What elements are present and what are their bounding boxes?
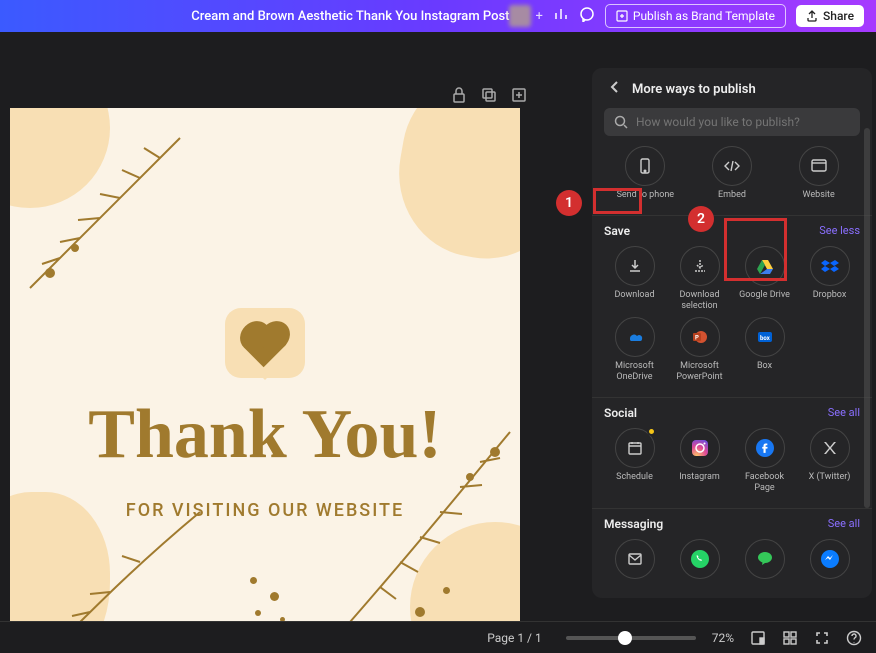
- tile-facebook-page[interactable]: Facebook Page: [734, 428, 795, 494]
- annotation-box-save: [593, 188, 642, 214]
- publish-brand-template-button[interactable]: Publish as Brand Template: [605, 4, 786, 28]
- scrollbar[interactable]: [864, 128, 870, 508]
- publish-panel: More ways to publish Send to phone: [592, 68, 872, 598]
- calendar-icon: [627, 440, 643, 456]
- zoom-label: 72%: [712, 631, 734, 645]
- annotation-1: 1: [556, 190, 582, 216]
- onedrive-icon: [626, 328, 644, 346]
- tile-messenger[interactable]: [799, 539, 860, 583]
- tile-box[interactable]: box Box: [734, 317, 795, 383]
- collaborators[interactable]: +: [509, 5, 542, 27]
- thank-you-subtitle: FOR VISITING OUR WEBSITE: [10, 500, 520, 521]
- whatsapp-icon: [690, 549, 710, 569]
- tile-download[interactable]: Download: [604, 246, 665, 312]
- zoom-slider[interactable]: [566, 636, 696, 640]
- download-selection-icon: [692, 258, 708, 274]
- dropbox-icon: [821, 257, 839, 275]
- tile-onedrive[interactable]: Microsoft OneDrive: [604, 317, 665, 383]
- save-section-title: Save: [604, 224, 630, 238]
- publish-search[interactable]: [604, 108, 860, 136]
- download-icon: [627, 258, 643, 274]
- back-button[interactable]: [608, 80, 622, 98]
- grid-view-icon[interactable]: [782, 630, 798, 646]
- lock-icon[interactable]: [450, 86, 468, 104]
- powerpoint-icon: P: [691, 328, 709, 346]
- facebook-icon: [755, 438, 775, 458]
- instagram-icon: [690, 438, 710, 458]
- tile-instagram[interactable]: Instagram: [669, 428, 730, 494]
- tile-imessage[interactable]: [734, 539, 795, 583]
- add-page-icon[interactable]: [510, 86, 528, 104]
- embed-icon: [723, 157, 741, 175]
- svg-text:box: box: [760, 335, 771, 342]
- social-section-title: Social: [604, 406, 637, 420]
- messenger-icon: [820, 549, 840, 569]
- tile-download-selection[interactable]: Download selection: [669, 246, 730, 312]
- tile-whatsapp[interactable]: [669, 539, 730, 583]
- help-icon[interactable]: [846, 630, 862, 646]
- svg-text:P: P: [695, 335, 699, 342]
- duplicate-icon[interactable]: [480, 86, 498, 104]
- tile-powerpoint[interactable]: P Microsoft PowerPoint: [669, 317, 730, 383]
- share-button[interactable]: Share: [796, 5, 864, 27]
- annotation-2: 2: [688, 206, 714, 232]
- email-icon: [627, 551, 643, 567]
- annotation-box-google-drive: [724, 218, 787, 281]
- notification-dot: [647, 427, 656, 436]
- x-icon: [822, 440, 838, 456]
- search-icon: [614, 115, 628, 129]
- tile-email[interactable]: [604, 539, 665, 583]
- tile-dropbox[interactable]: Dropbox: [799, 246, 860, 312]
- design-canvas[interactable]: Thank You! FOR VISITING OUR WEBSITE: [10, 108, 520, 642]
- fullscreen-icon[interactable]: [814, 630, 830, 646]
- bottom-bar: Page 1 / 1 72%: [0, 621, 876, 653]
- social-see-all[interactable]: See all: [828, 406, 860, 419]
- tile-schedule[interactable]: Schedule: [604, 428, 665, 494]
- comment-icon[interactable]: [579, 6, 595, 26]
- search-input[interactable]: [636, 115, 850, 129]
- thank-you-heading: Thank You!: [10, 403, 520, 466]
- document-title: Cream and Brown Aesthetic Thank You Inst…: [191, 9, 509, 24]
- imessage-icon: [755, 549, 775, 569]
- view-page-icon[interactable]: [750, 630, 766, 646]
- top-bar: Cream and Brown Aesthetic Thank You Inst…: [0, 0, 876, 32]
- save-see-less[interactable]: See less: [819, 224, 860, 237]
- leaf-decoration: [20, 118, 200, 298]
- box-icon: box: [756, 328, 774, 346]
- tile-website[interactable]: Website: [777, 146, 860, 201]
- tile-x-twitter[interactable]: X (Twitter): [799, 428, 860, 494]
- messaging-section-title: Messaging: [604, 517, 663, 531]
- insights-icon[interactable]: [553, 6, 569, 26]
- messaging-see-all[interactable]: See all: [828, 517, 860, 530]
- phone-icon: [636, 157, 654, 175]
- page-indicator: Page 1 / 1: [487, 631, 542, 645]
- heart-icon: [244, 325, 286, 367]
- website-icon: [810, 157, 828, 175]
- tile-embed[interactable]: Embed: [691, 146, 774, 201]
- panel-title: More ways to publish: [632, 82, 756, 97]
- heart-bubble: [225, 308, 305, 378]
